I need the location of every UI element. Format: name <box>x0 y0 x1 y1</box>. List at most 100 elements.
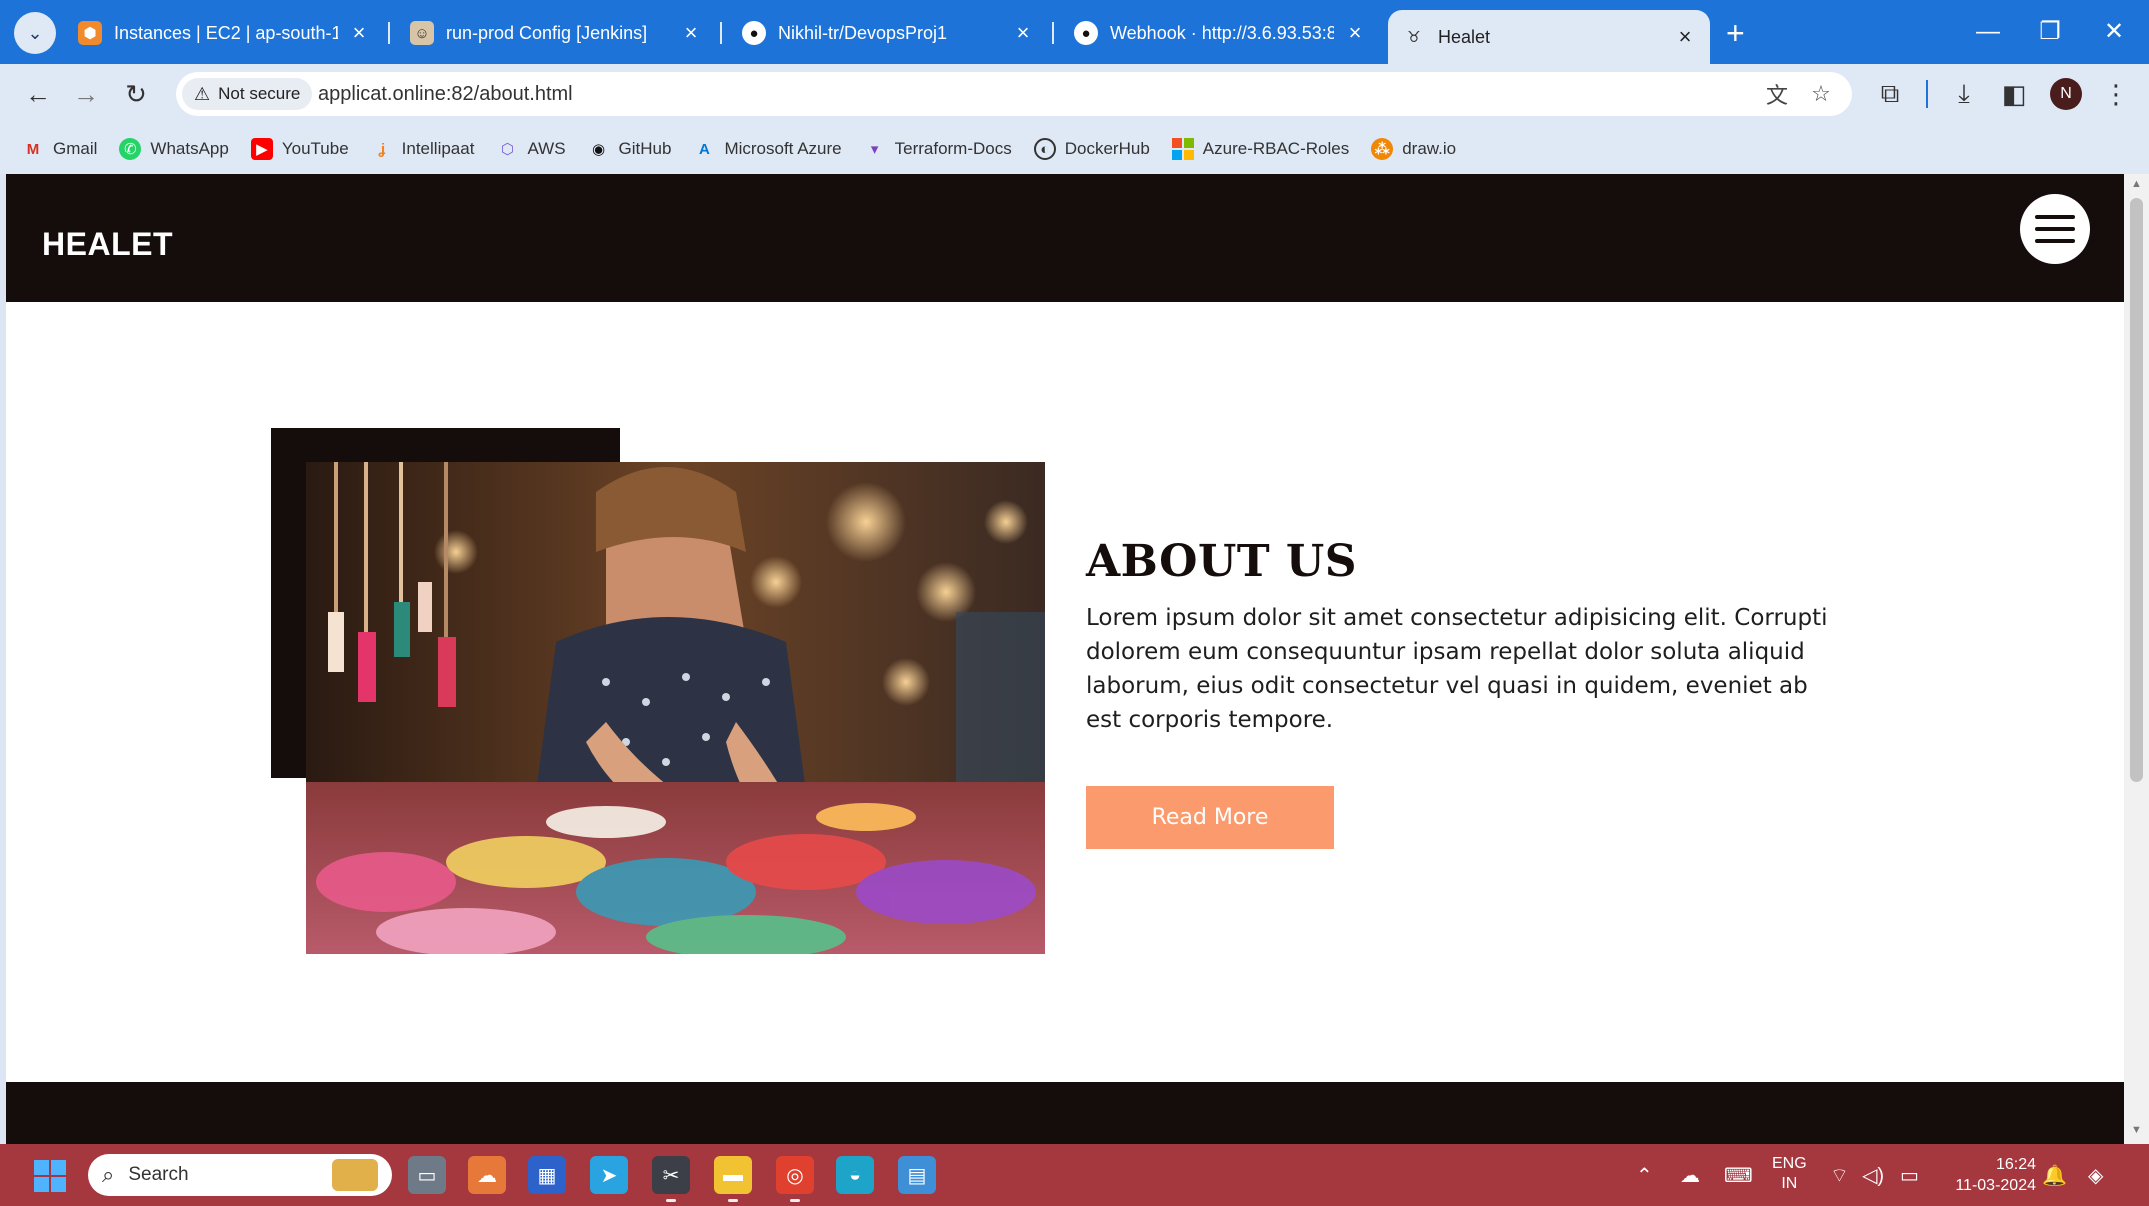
minimize-button[interactable]: — <box>1968 14 2008 50</box>
bookmark-drawio[interactable]: ⁂ draw.io <box>1371 138 1456 160</box>
close-tab-icon[interactable]: × <box>1344 20 1366 46</box>
notepad-icon[interactable]: ▤ <box>898 1156 936 1194</box>
tab-ec2-instances[interactable]: ⬢ Instances | EC2 | ap-south-1 × <box>64 12 384 54</box>
url-text[interactable]: applicat.online:82/about.html <box>318 72 573 116</box>
tab-github-repo[interactable]: ● Nikhil-tr/DevopsProj1 × <box>728 12 1048 54</box>
wifi-icon[interactable]: ⌔ <box>1830 1144 1849 1206</box>
bookmark-star-icon[interactable]: ☆ <box>1806 79 1836 109</box>
close-tab-icon[interactable]: × <box>680 20 702 46</box>
close-tab-icon[interactable]: × <box>1674 24 1696 50</box>
back-button[interactable]: ← <box>20 76 56 112</box>
hamburger-icon-bar <box>2035 227 2075 231</box>
arrow-right-icon: → <box>73 78 99 109</box>
site-security-chip[interactable]: ⚠ Not secure <box>182 78 313 110</box>
docker-icon: ◐ <box>1033 138 1056 160</box>
browser-tab-strip: ⌄ ⬢ Instances | EC2 | ap-south-1 × ☺ run… <box>0 0 2149 64</box>
more-options-icon[interactable]: ⋮ <box>2098 76 2134 112</box>
bookmark-azure-rbac-roles[interactable]: Azure-RBAC-Roles <box>1171 138 1349 160</box>
search-highlight-icon <box>332 1159 378 1191</box>
copilot-icon[interactable]: ◈ <box>2088 1144 2103 1206</box>
page-scrollbar[interactable]: ▲ ▼ <box>2124 174 2149 1144</box>
read-more-button[interactable]: Read More <box>1086 786 1334 849</box>
battery-icon[interactable]: ▭ <box>1900 1144 1919 1206</box>
forward-button[interactable]: → <box>68 76 104 112</box>
profile-avatar[interactable]: N <box>2050 78 2082 110</box>
tab-divider <box>388 22 390 44</box>
notifications-icon[interactable]: 🔔 <box>2042 1144 2067 1206</box>
tab-github-webhook[interactable]: ● Webhook · http://3.6.93.53:808 × <box>1060 12 1380 54</box>
bookmark-aws[interactable]: ⬡ AWS <box>496 138 566 160</box>
telegram-icon[interactable]: ➤ <box>590 1156 628 1194</box>
bookmarks-bar: M Gmail ✆ WhatsApp ▶ YouTube ʝ Intellipaat ⬡… <box>0 124 2149 174</box>
browser-toolbar: ← → ↻ ⚠ Not secure applicat.online:82/ab… <box>0 64 2149 124</box>
bookmark-gmail[interactable]: M Gmail <box>22 138 98 160</box>
extensions-icon[interactable]: ⧉ <box>1872 76 1908 112</box>
aws-icon: ⬢ <box>78 21 102 45</box>
tab-healet[interactable]: ♉ Healet × <box>1388 10 1710 64</box>
side-panel-icon[interactable]: ◧ <box>1996 76 2032 112</box>
onedrive-icon[interactable]: ☁ <box>1680 1144 1700 1206</box>
chrome-icon[interactable]: ◎ <box>776 1156 814 1202</box>
reload-button[interactable]: ↻ <box>118 76 154 112</box>
new-tab-button[interactable]: + <box>1726 14 1745 52</box>
bookmark-terraform-docs[interactable]: ▾ Terraform-Docs <box>864 138 1012 160</box>
terraform-icon: ▾ <box>870 141 879 158</box>
bookmark-github[interactable]: ◉ GitHub <box>588 138 671 160</box>
microsoft-icon <box>1171 138 1194 160</box>
hamburger-icon-bar <box>2035 239 2075 243</box>
bookmark-microsoft-azure[interactable]: A Microsoft Azure <box>693 138 842 160</box>
bookmark-whatsapp[interactable]: ✆ WhatsApp <box>119 138 229 160</box>
taskbar-search[interactable]: ⌕ Search <box>88 1154 392 1196</box>
github-icon: ● <box>742 21 766 45</box>
site-logo[interactable]: HEALET <box>42 226 173 263</box>
volume-icon[interactable]: ◁) <box>1862 1144 1884 1206</box>
system-clock[interactable]: 16:24 11-03-2024 <box>1942 1154 2036 1196</box>
site-footer <box>6 1082 2124 1144</box>
bookmark-youtube[interactable]: ▶ YouTube <box>250 138 349 160</box>
tab-jenkins-config[interactable]: ☺ run-prod Config [Jenkins] × <box>396 12 716 54</box>
about-description: Lorem ipsum dolor sit amet consectetur a… <box>1086 605 1828 733</box>
gmail-icon: M <box>26 140 40 158</box>
download-icon[interactable]: ⤓ <box>1946 76 1982 112</box>
windows-taskbar: ⌕ Search ▭ ☁ ▦ ➤ ✂ ▬ ◎ ◒ ▤ ⌃ ☁ ⌨ ENG IN … <box>0 1144 2149 1206</box>
close-window-button[interactable]: ✕ <box>2094 14 2134 50</box>
widgets-icon[interactable]: ☁ <box>468 1156 506 1194</box>
language-indicator[interactable]: ENG IN <box>1772 1154 1807 1194</box>
reload-icon: ↻ <box>125 78 147 109</box>
search-icon: ⌕ <box>102 1162 115 1187</box>
hamburger-icon-bar <box>2035 215 2075 219</box>
azure-icon: A <box>699 140 710 158</box>
edge-icon[interactable]: ◒ <box>836 1156 874 1194</box>
address-bar[interactable]: ⚠ Not secure applicat.online:82/about.ht… <box>176 72 1852 116</box>
show-hidden-icons[interactable]: ⌃ <box>1636 1144 1653 1206</box>
bookmark-intellipaat[interactable]: ʝ Intellipaat <box>371 138 474 160</box>
warning-icon: ⚠ <box>194 83 211 104</box>
drawio-icon: ⁂ <box>1371 138 1394 160</box>
file-explorer-icon[interactable]: ▬ <box>714 1156 752 1202</box>
bookmark-dockerhub[interactable]: ◐ DockerHub <box>1033 138 1150 160</box>
menu-button[interactable] <box>2020 194 2090 264</box>
translate-icon[interactable]: 文 <box>1762 79 1792 109</box>
scroll-down-icon[interactable]: ▼ <box>2124 1124 2149 1136</box>
windows-start-icon[interactable] <box>34 1160 66 1192</box>
about-title: ABOUT US <box>1086 536 1358 587</box>
chevron-down-icon: ⌄ <box>27 22 43 43</box>
arrow-left-icon: ← <box>25 78 51 109</box>
github-icon: ◉ <box>591 141 606 158</box>
snipping-tool-icon[interactable]: ✂ <box>652 1156 690 1202</box>
youtube-icon: ▶ <box>250 138 273 160</box>
page-viewport: HEALET ABOUT US Lorem ipsum dolor sit am… <box>6 174 2124 1144</box>
whatsapp-icon: ✆ <box>119 138 142 160</box>
market-photo <box>306 462 1045 954</box>
keyboard-icon[interactable]: ⌨ <box>1724 1144 1753 1206</box>
store-icon[interactable]: ▦ <box>528 1156 566 1194</box>
tab-search-button[interactable]: ⌄ <box>14 12 56 54</box>
task-view-icon[interactable]: ▭ <box>408 1156 446 1194</box>
scroll-up-icon[interactable]: ▲ <box>2124 178 2149 190</box>
healet-icon: ♉ <box>1407 29 1421 46</box>
toolbar-divider <box>1926 80 1928 108</box>
close-tab-icon[interactable]: × <box>348 20 370 46</box>
close-tab-icon[interactable]: × <box>1012 20 1034 46</box>
scroll-thumb[interactable] <box>2130 198 2143 782</box>
restore-button[interactable]: ❐ <box>2030 14 2070 50</box>
